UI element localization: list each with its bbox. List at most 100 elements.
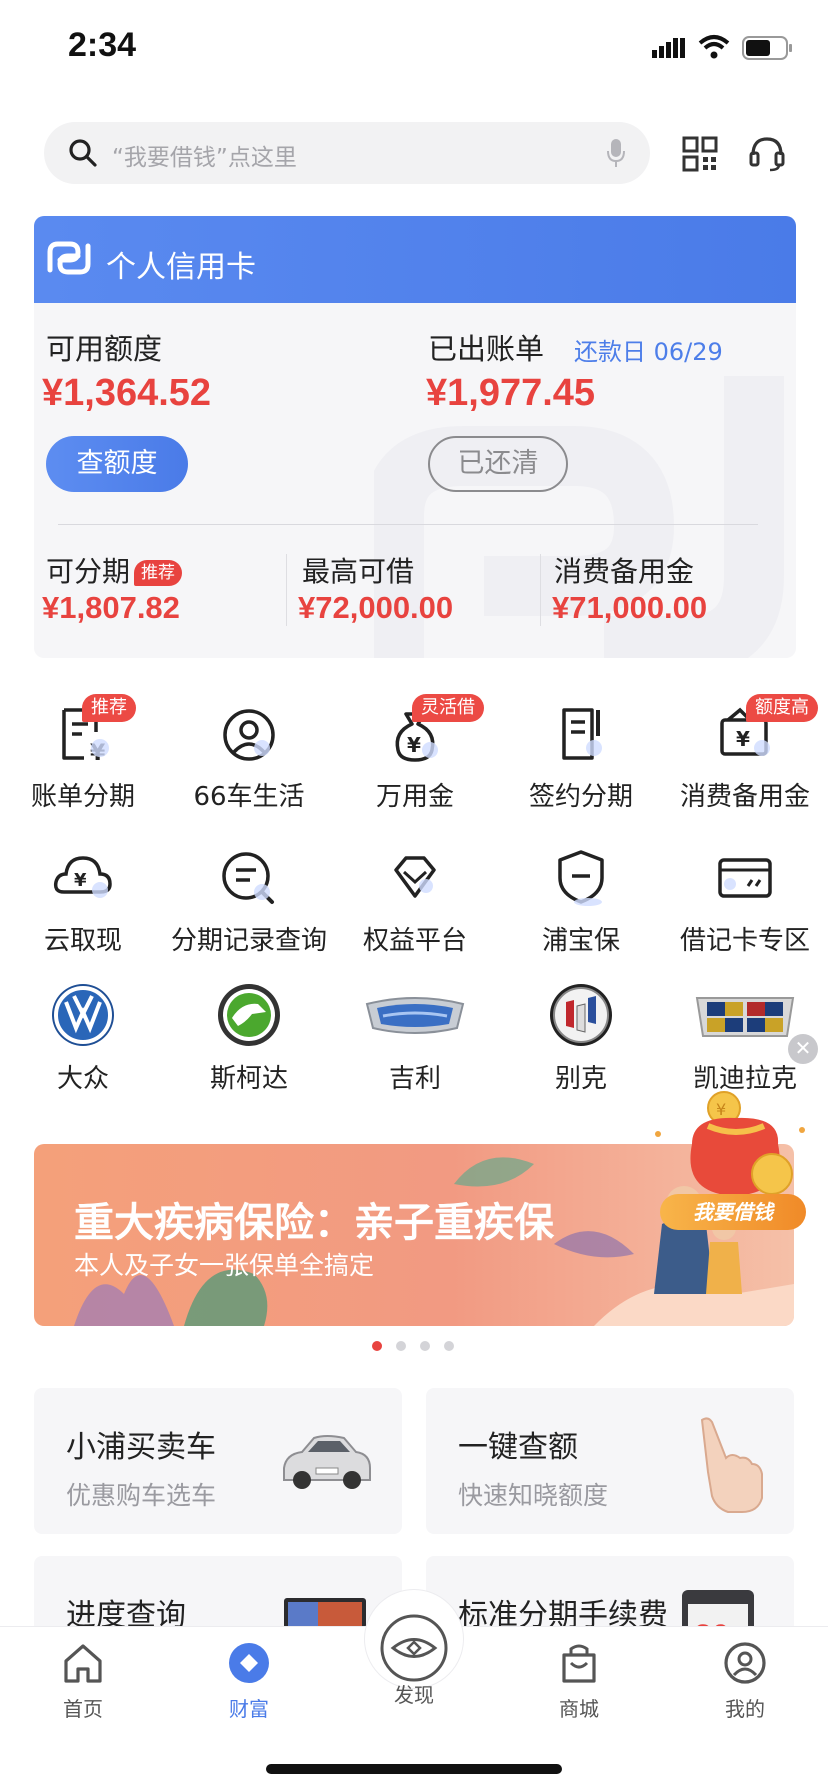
nav-home[interactable]: 首页 [28,1641,138,1722]
cellular-signal-icon [652,38,685,58]
service-label: 借记卡专区 [679,926,810,956]
car-image-icon [283,1435,371,1489]
brand-label: 大众 [56,1064,109,1094]
installment-label: 可分期 推荐 [46,550,183,590]
pagination-dot[interactable] [396,1341,406,1351]
geely-logo-icon [365,997,465,1034]
nav-label: 我的 [725,1697,765,1721]
paid-off-button[interactable]: 已还清 [428,436,568,492]
diamond-icon [394,856,436,898]
pointing-hand-icon [700,1417,763,1513]
tile-car-trade[interactable]: 小浦买卖车 优惠购车选车 [34,1388,402,1534]
recommend-badge: 推荐 [82,694,136,722]
tile-title: 一键查额 [458,1430,578,1465]
buick-logo-icon [550,984,612,1046]
credit-card-header[interactable]: 个人信用卡 [34,216,796,303]
lucky-bag-icon: ¥ [655,1091,805,1196]
pagination-dot[interactable] [420,1341,430,1351]
record-search-icon [222,852,274,904]
installment-label-text: 可分期 [46,555,131,588]
tile-quick-limit-check[interactable]: 一键查额 快速知晓额度 [426,1388,794,1534]
wealth-icon [229,1643,269,1683]
search-placeholder: “我要借钱”点这里 [112,145,297,171]
nav-discover[interactable]: 发现 [359,1613,469,1708]
battery-icon [742,36,792,60]
svg-text:¥: ¥ [74,870,87,891]
max-loan-value: ¥72,000.00 [298,590,454,625]
svg-text:¥: ¥ [716,1100,726,1119]
home-indicator [266,1764,562,1774]
service-label: 云取现 [43,926,122,956]
available-credit-label: 可用额度 [46,332,163,366]
microphone-icon[interactable] [606,138,626,168]
nav-label: 财富 [229,1697,269,1721]
volkswagen-logo-icon [52,984,114,1046]
tile-subtitle: 快速知晓额度 [458,1481,609,1510]
credit-card-title: 个人信用卡 [106,250,256,285]
brand-label: 斯柯达 [209,1064,288,1094]
qr-scan-icon[interactable] [682,136,718,172]
reserve-fund-label: 消费备用金 [554,555,695,588]
service-label: 消费备用金 [679,782,810,812]
max-loan-label: 最高可借 [302,555,415,588]
borrow-money-button[interactable]: 我要借钱 [660,1194,806,1230]
service-label: 66车生活 [193,782,305,812]
nav-label: 发现 [394,1683,434,1707]
nav-label: 首页 [63,1697,103,1721]
banner-title: 重大疾病保险：亲子重疾保 [74,1200,554,1246]
service-label: 账单分期 [30,782,135,812]
service-label: 权益平台 [362,926,467,956]
contract-icon [562,708,602,760]
svg-text:¥: ¥ [736,727,750,751]
debit-card-icon [718,858,772,898]
tile-title: 小浦买卖车 [66,1430,216,1465]
due-date: 还款日 06/29 [574,338,723,366]
high-limit-badge: 额度高 [746,694,818,722]
nav-mall[interactable]: 商城 [524,1641,634,1722]
status-time: 2:34 [68,26,137,64]
brand-label: 别克 [554,1064,607,1094]
pagination-dot-active[interactable] [372,1341,382,1351]
service-label: 浦宝保 [541,926,620,956]
service-label: 分期记录查询 [170,926,327,956]
svg-text:¥: ¥ [407,733,421,757]
close-promo-button[interactable]: ✕ [788,1034,818,1064]
wifi-icon [698,35,730,59]
service-label: 签约分期 [528,782,633,812]
shield-icon [558,850,604,906]
profile-icon [724,1642,766,1684]
brand-label: 吉利 [388,1064,441,1094]
home-icon [64,1644,102,1683]
stat-divider [286,554,287,626]
car-life-icon [223,709,275,761]
skoda-logo-icon [218,984,280,1046]
cloud-cash-icon: ¥ [53,856,112,898]
bill-amount: ¥1,977.45 [426,372,596,414]
spdb-logo-icon [47,241,91,275]
service-label: 万用金 [375,782,454,812]
customer-service-icon[interactable] [748,134,786,172]
tile-subtitle: 优惠购车选车 [66,1481,217,1510]
discover-eye-icon [380,1614,448,1682]
card-divider [58,524,758,525]
search-bar[interactable]: “我要借钱”点这里 [44,122,650,184]
shopping-bag-icon [562,1644,596,1683]
bill-label: 已出账单 [428,332,545,366]
cadillac-logo-icon [695,997,795,1037]
available-credit-amount: ¥1,364.52 [42,372,212,414]
search-icon [69,139,97,167]
pagination-dot[interactable] [444,1341,454,1351]
status-bar: 2:34 [0,0,828,96]
reserve-fund-value: ¥71,000.00 [552,590,708,625]
installment-value: ¥1,807.82 [42,590,180,625]
banner-subtitle: 本人及子女一张保单全搞定 [74,1251,375,1280]
credit-card-panel: 个人信用卡 可用额度 ¥1,364.52 查额度 已出账单 还款日 06/29 … [34,216,796,658]
nav-label: 商城 [559,1697,599,1721]
nav-wealth[interactable]: 财富 [194,1641,304,1722]
nav-profile[interactable]: 我的 [690,1641,800,1722]
recommend-tag: 推荐 [134,560,183,586]
flexible-loan-badge: 灵活借 [412,694,484,722]
check-limit-button[interactable]: 查额度 [46,436,188,492]
stat-divider [540,554,541,626]
banner-pagination [372,1336,468,1355]
